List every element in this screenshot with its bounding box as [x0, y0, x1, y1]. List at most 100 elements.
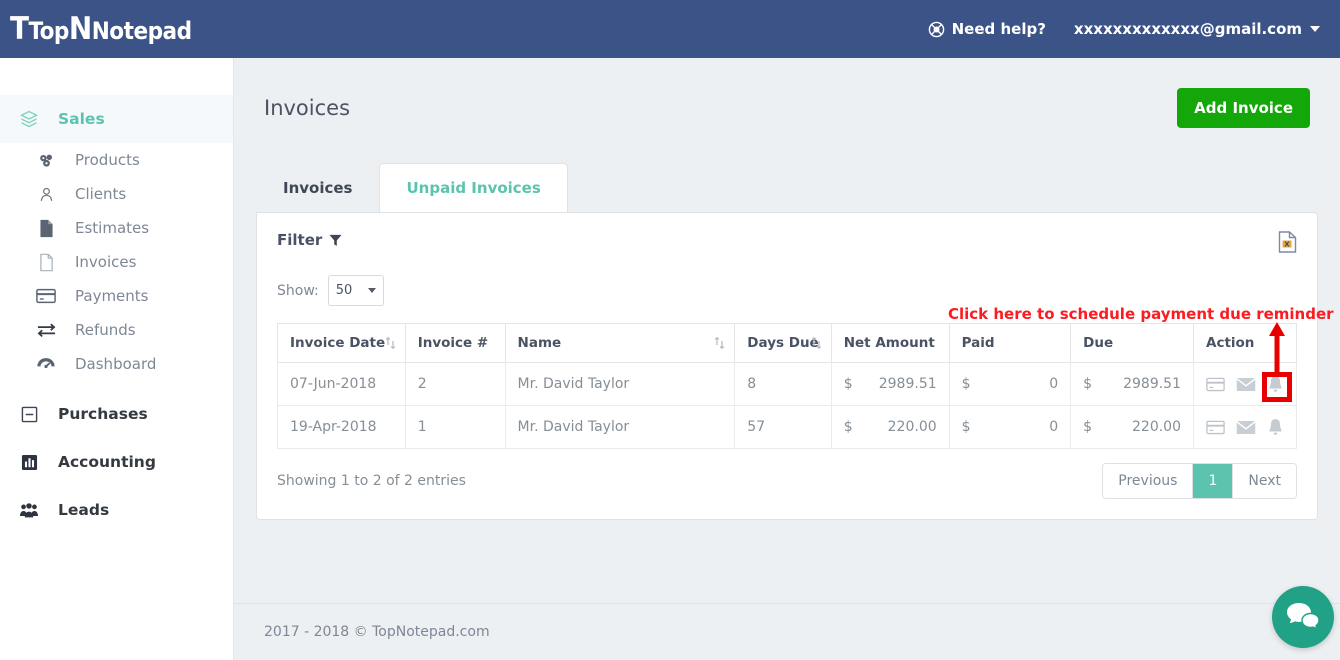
cell-name: Mr. David Taylor [504, 362, 736, 406]
copyright-text: 2017 - 2018 © TopNotepad.com [264, 624, 490, 640]
app-logo[interactable]: TTopNNotepad [10, 11, 192, 47]
filter-toggle[interactable]: Filter [277, 231, 342, 249]
table-row[interactable]: 19-Apr-2018 1 Mr. David Taylor 57 $ 220.… [277, 405, 1297, 449]
table-header-row: Invoice Date Invoice # Name Days Due Net… [277, 323, 1297, 363]
show-entries-select[interactable]: 50 [327, 275, 384, 306]
topbar-right-group: Need help? xxxxxxxxxxxxx@gmail.com [928, 20, 1320, 38]
filter-row: Filter X [277, 231, 1297, 253]
svg-text:X: X [1284, 240, 1290, 248]
th-days-due[interactable]: Days Due [734, 323, 832, 363]
sidebar-item-label: Refunds [75, 321, 136, 339]
sidebar-item-refunds[interactable]: Refunds [0, 313, 233, 347]
th-due[interactable]: Due [1070, 323, 1194, 363]
currency-symbol: $ [843, 419, 853, 435]
page-title: Invoices [264, 96, 351, 120]
logo-top-text: Top [28, 17, 70, 45]
cell-invoice-number: 1 [404, 405, 506, 449]
caret-down-icon [1310, 26, 1320, 32]
sort-icon [715, 337, 725, 349]
cell-action [1193, 405, 1297, 449]
sidebar: Sales Products Clients Estimates Invoice… [0, 58, 234, 660]
th-net-amount[interactable]: Net Amount [830, 323, 950, 363]
amount-value: 0 [1049, 376, 1059, 392]
credit-card-icon[interactable] [1206, 377, 1225, 392]
sidebar-group-sales[interactable]: Sales [0, 95, 233, 143]
logo-note-text: Notepad [91, 17, 192, 45]
th-paid[interactable]: Paid [948, 323, 1072, 363]
user-menu[interactable]: xxxxxxxxxxxxx@gmail.com [1074, 20, 1320, 38]
cell-invoice-date: 07-Jun-2018 [277, 362, 406, 406]
sidebar-item-estimates[interactable]: Estimates [0, 211, 233, 245]
amount-value: 2989.51 [1123, 376, 1181, 392]
user-circle-icon [34, 185, 58, 204]
cell-invoice-date: 19-Apr-2018 [277, 405, 406, 449]
pagination-previous[interactable]: Previous [1103, 464, 1194, 498]
bell-icon[interactable] [1267, 418, 1284, 436]
th-label: Name [517, 335, 562, 351]
envelope-icon[interactable] [1236, 377, 1256, 392]
entries-info: Showing 1 to 2 of 2 entries [277, 473, 466, 489]
sidebar-group-accounting[interactable]: Accounting [0, 438, 233, 486]
top-navbar: TTopNNotepad Need help? xxxxxxxxxxxxx@gm… [0, 0, 1340, 58]
file-outline-icon [34, 253, 58, 272]
th-name[interactable]: Name [504, 323, 736, 363]
lifebuoy-icon [928, 21, 944, 37]
invoices-panel: Filter X Show: 50 Invoice Date Invoice #… [256, 212, 1318, 520]
sidebar-group-leads[interactable]: Leads [0, 486, 233, 534]
tab-bar: Invoices Unpaid Invoices [256, 162, 1340, 213]
currency-symbol: $ [961, 419, 971, 435]
page-footer: 2017 - 2018 © TopNotepad.com [234, 603, 1340, 660]
tab-unpaid-invoices[interactable]: Unpaid Invoices [379, 163, 568, 213]
need-help-link[interactable]: Need help? [928, 20, 1046, 38]
sidebar-item-label: Products [75, 151, 140, 169]
sidebar-group-label: Accounting [58, 453, 156, 471]
app-root: TTopNNotepad Need help? xxxxxxxxxxxxx@gm… [0, 0, 1340, 660]
show-entries-value: 50 [335, 283, 353, 298]
minus-square-icon [16, 406, 42, 423]
pagination: Previous 1 Next [1102, 463, 1297, 499]
cell-name: Mr. David Taylor [504, 405, 736, 449]
sidebar-item-clients[interactable]: Clients [0, 177, 233, 211]
th-action[interactable]: Action [1193, 323, 1297, 363]
sidebar-item-label: Payments [75, 287, 149, 305]
add-invoice-button[interactable]: Add Invoice [1177, 88, 1310, 128]
excel-export-icon[interactable]: X [1278, 231, 1297, 253]
invoices-table: Invoice Date Invoice # Name Days Due Net… [277, 323, 1297, 449]
credit-card-icon[interactable] [1206, 420, 1225, 435]
sidebar-top-spacer [0, 58, 233, 95]
sidebar-item-payments[interactable]: Payments [0, 279, 233, 313]
currency-symbol: $ [843, 376, 853, 392]
chat-widget-button[interactable] [1272, 586, 1334, 648]
sidebar-item-dashboard[interactable]: Dashboard [0, 347, 233, 381]
bell-icon[interactable] [1267, 375, 1284, 393]
sidebar-item-products[interactable]: Products [0, 143, 233, 177]
table-row[interactable]: 07-Jun-2018 2 Mr. David Taylor 8 $ 2989.… [277, 362, 1297, 406]
tab-invoices[interactable]: Invoices [256, 163, 379, 213]
cell-days-due: 8 [734, 362, 832, 406]
currency-symbol: $ [1083, 419, 1093, 435]
cell-due: $ 220.00 [1070, 405, 1194, 449]
cubes-icon [34, 151, 58, 170]
show-label: Show: [277, 282, 319, 299]
table-head: Invoice Date Invoice # Name Days Due Net… [277, 323, 1297, 363]
pagination-next[interactable]: Next [1233, 464, 1296, 498]
table-body: 07-Jun-2018 2 Mr. David Taylor 8 $ 2989.… [277, 362, 1297, 449]
main-content: Invoices Add Invoice Invoices Unpaid Inv… [234, 58, 1340, 603]
speedometer-icon [34, 356, 58, 373]
chat-bubbles-icon [1287, 603, 1320, 630]
th-invoice-number[interactable]: Invoice # [404, 323, 506, 363]
layers-icon [16, 109, 42, 129]
sidebar-item-invoices[interactable]: Invoices [0, 245, 233, 279]
cell-paid: $ 0 [948, 405, 1072, 449]
th-label: Days Due [747, 335, 819, 351]
th-invoice-date[interactable]: Invoice Date [277, 323, 406, 363]
amount-value: 220.00 [1132, 419, 1181, 435]
sidebar-item-label: Invoices [75, 253, 137, 271]
sidebar-group-purchases[interactable]: Purchases [0, 390, 233, 438]
users-icon [16, 502, 42, 519]
envelope-icon[interactable] [1236, 420, 1256, 435]
cell-action [1193, 362, 1297, 406]
sort-icon [811, 337, 822, 349]
pagination-page-1[interactable]: 1 [1193, 464, 1234, 498]
th-label: Action [1206, 335, 1255, 351]
